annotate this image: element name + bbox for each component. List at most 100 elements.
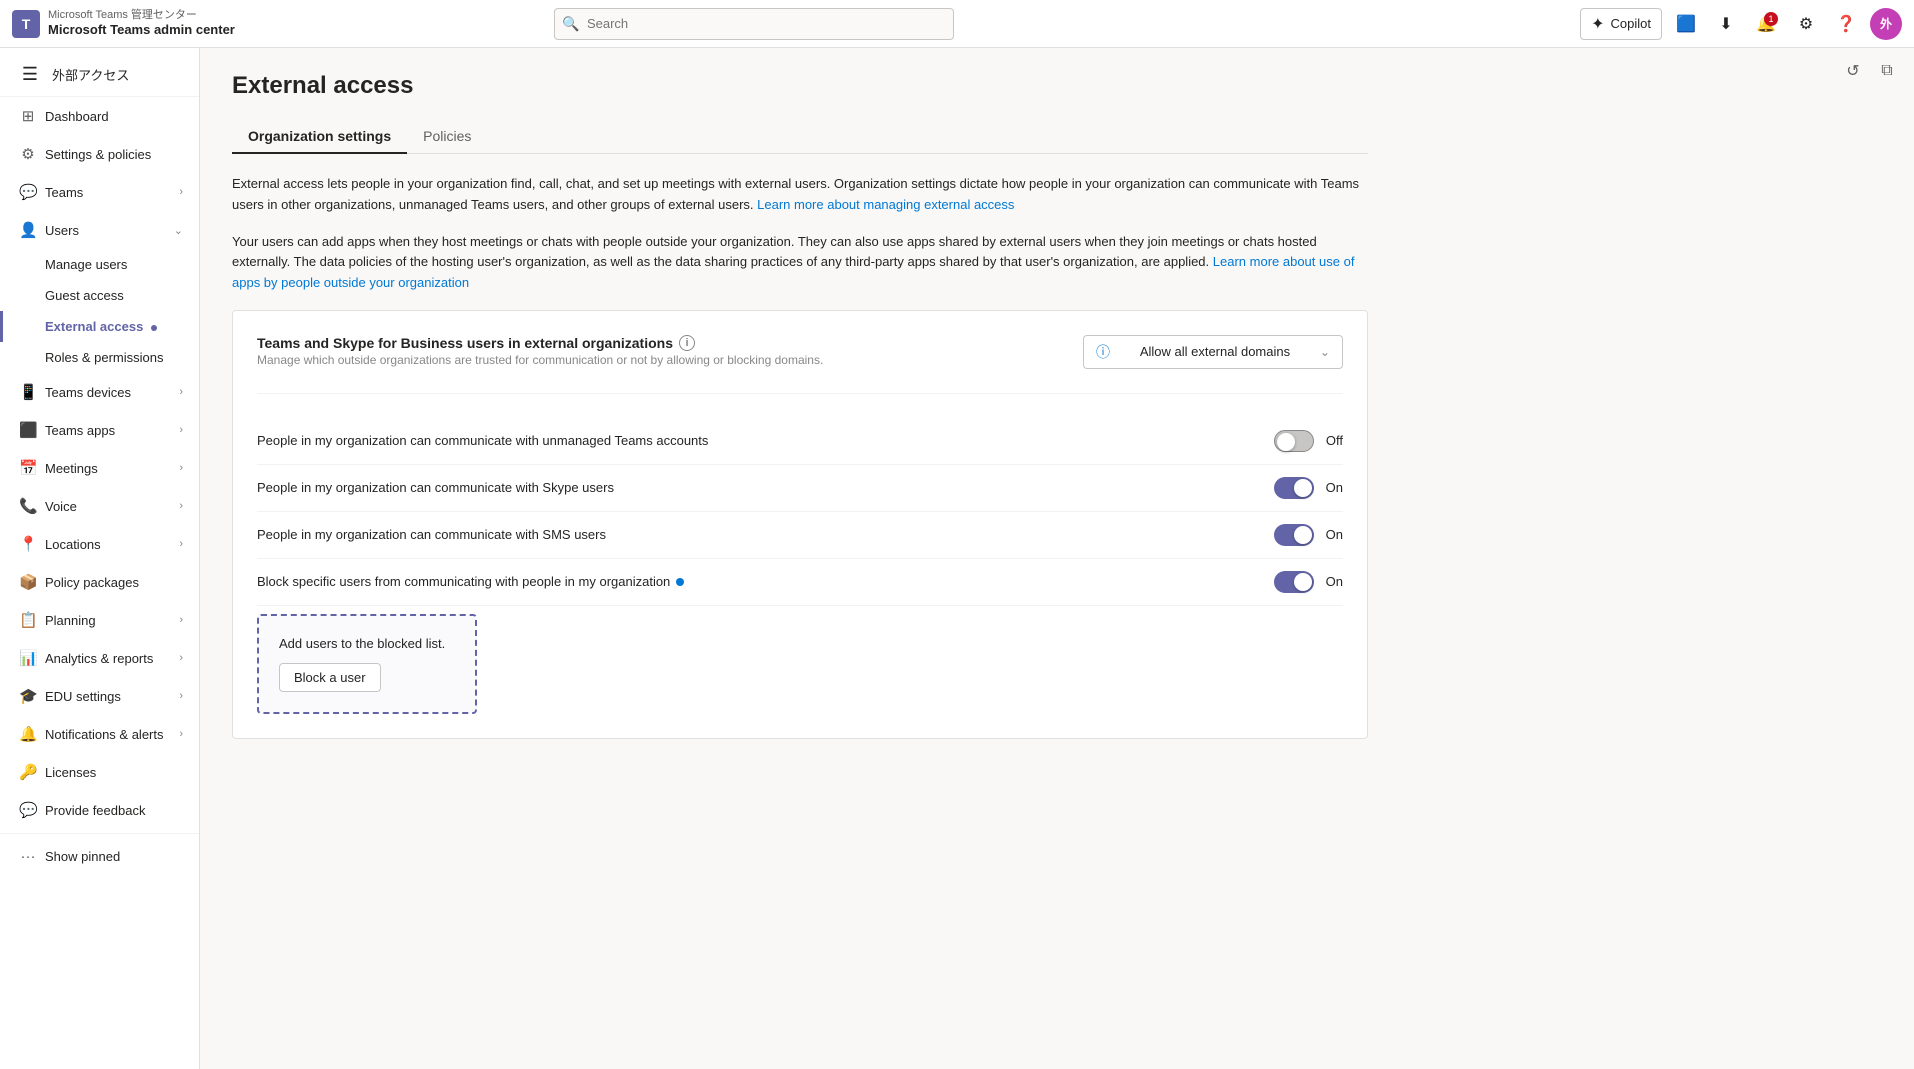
- analytics-icon: 📊: [19, 649, 37, 667]
- chevron-right-icon: ›: [179, 186, 183, 198]
- topbar-actions: ✦ Copilot 🟦 ⬇ 🔔 1 ⚙ ❓ 外: [1580, 8, 1902, 40]
- tab-policies[interactable]: Policies: [407, 120, 487, 154]
- active-dot: [151, 325, 157, 331]
- sidebar-item-users[interactable]: 👤 Users ⌄: [0, 211, 199, 249]
- sidebar-item-feedback[interactable]: 💬 Provide feedback: [0, 791, 199, 829]
- sidebar-item-external-access[interactable]: External access: [0, 311, 199, 342]
- external-domains-dropdown[interactable]: ⓘ Allow all external domains ⌄: [1083, 335, 1343, 369]
- pop-out-button[interactable]: ⧉: [1872, 56, 1902, 86]
- sidebar-item-licenses[interactable]: 🔑 Licenses: [0, 753, 199, 791]
- sidebar-item-locations[interactable]: 📍 Locations ›: [0, 525, 199, 563]
- alerts-icon: 🔔: [19, 725, 37, 743]
- teams-icon-button[interactable]: 🟦: [1670, 8, 1702, 40]
- sidebar-item-label: Teams: [45, 185, 171, 200]
- sidebar-item-policy-packages[interactable]: 📦 Policy packages: [0, 563, 199, 601]
- sidebar-item-label: Planning: [45, 613, 171, 628]
- chevron-right-icon: ›: [179, 386, 183, 398]
- chevron-down-icon: ⌄: [1320, 345, 1330, 359]
- sidebar-sub-label: Roles & permissions: [45, 350, 164, 365]
- download-icon: ⬇: [1719, 14, 1732, 34]
- teams-nav-icon: 🟦: [1676, 14, 1696, 34]
- chevron-right-icon: ›: [179, 690, 183, 702]
- sidebar-item-teams-apps[interactable]: ⬛ Teams apps ›: [0, 411, 199, 449]
- toggle-label: People in my organization can communicat…: [257, 433, 708, 448]
- sidebar-item-notifications[interactable]: 🔔 Notifications & alerts ›: [0, 715, 199, 753]
- toggle-label: People in my organization can communicat…: [257, 527, 606, 542]
- teams-skype-section: Teams and Skype for Business users in ex…: [257, 335, 1343, 394]
- content-inner: External access Organization settings Po…: [200, 48, 1400, 763]
- description-1: External access lets people in your orga…: [232, 174, 1368, 216]
- sidebar-item-label: Locations: [45, 537, 171, 552]
- block-a-user-button[interactable]: Block a user: [279, 663, 381, 692]
- search-area: 🔍: [554, 8, 954, 40]
- avatar[interactable]: 外: [1870, 8, 1902, 40]
- sidebar-item-show-pinned[interactable]: ··· Show pinned: [0, 838, 199, 875]
- sidebar-item-label: Policy packages: [45, 575, 183, 590]
- sidebar-item-label: Analytics & reports: [45, 651, 171, 666]
- toggle-label: Block specific users from communicating …: [257, 574, 684, 589]
- sidebar-item-analytics[interactable]: 📊 Analytics & reports ›: [0, 639, 199, 677]
- notifications-button[interactable]: 🔔 1: [1750, 8, 1782, 40]
- sidebar-item-label: Users: [45, 223, 166, 238]
- sidebar-sub-label: Manage users: [45, 257, 127, 272]
- hamburger-button[interactable]: ☰: [16, 60, 44, 88]
- brand-title: Microsoft Teams admin center: [48, 22, 235, 38]
- settings-card: Teams and Skype for Business users in ex…: [232, 310, 1368, 739]
- brand-text: Microsoft Teams 管理センター Microsoft Teams a…: [48, 9, 235, 38]
- brand-sub: Microsoft Teams 管理センター: [48, 9, 235, 22]
- meetings-icon: 📅: [19, 459, 37, 477]
- sidebar-item-teams-devices[interactable]: 📱 Teams devices ›: [0, 373, 199, 411]
- info-icon[interactable]: i: [679, 335, 695, 351]
- chevron-right-icon: ›: [179, 538, 183, 550]
- toggle-right: On: [1274, 477, 1343, 499]
- blocked-users-box: Add users to the blocked list. Block a u…: [257, 614, 477, 714]
- chevron-right-icon: ›: [179, 728, 183, 740]
- main-layout: ☰ 外部アクセス ⊞ Dashboard ⚙ Settings & polici…: [0, 48, 1914, 1069]
- description-1-link[interactable]: Learn more about managing external acces…: [757, 197, 1014, 212]
- sidebar-item-label: EDU settings: [45, 689, 171, 704]
- toggle-switch-skype[interactable]: [1274, 477, 1314, 499]
- tab-org-settings[interactable]: Organization settings: [232, 120, 407, 154]
- sidebar-item-settings-policies[interactable]: ⚙ Settings & policies: [0, 135, 199, 173]
- copilot-label: Copilot: [1611, 16, 1651, 31]
- policy-icon: 📦: [19, 573, 37, 591]
- toggle-status: On: [1326, 480, 1343, 495]
- chevron-right-icon: ›: [179, 424, 183, 436]
- voice-icon: 📞: [19, 497, 37, 515]
- brand-area: T Microsoft Teams 管理センター Microsoft Teams…: [12, 9, 235, 38]
- content-toolbar: ↺ ⧉: [1838, 56, 1902, 86]
- devices-icon: 📱: [19, 383, 37, 401]
- search-input[interactable]: [554, 8, 954, 40]
- sidebar-item-edu[interactable]: 🎓 EDU settings ›: [0, 677, 199, 715]
- refresh-button[interactable]: ↺: [1838, 56, 1868, 86]
- sidebar-item-voice[interactable]: 📞 Voice ›: [0, 487, 199, 525]
- sidebar-item-guest-access[interactable]: Guest access: [0, 280, 199, 311]
- help-button[interactable]: ❓: [1830, 8, 1862, 40]
- toggle-label: People in my organization can communicat…: [257, 480, 614, 495]
- apps-icon: ⬛: [19, 421, 37, 439]
- sidebar-item-dashboard[interactable]: ⊞ Dashboard: [0, 97, 199, 135]
- toggle-block-users: Block specific users from communicating …: [257, 559, 1343, 606]
- sidebar-item-meetings[interactable]: 📅 Meetings ›: [0, 449, 199, 487]
- licenses-icon: 🔑: [19, 763, 37, 781]
- download-button[interactable]: ⬇: [1710, 8, 1742, 40]
- toggle-switch-sms[interactable]: [1274, 524, 1314, 546]
- settings-icon: ⚙: [19, 145, 37, 163]
- toggle-switch-block[interactable]: [1274, 571, 1314, 593]
- sidebar: ☰ 外部アクセス ⊞ Dashboard ⚙ Settings & polici…: [0, 48, 200, 1069]
- sidebar-item-planning[interactable]: 📋 Planning ›: [0, 601, 199, 639]
- copilot-button[interactable]: ✦ Copilot: [1580, 8, 1662, 40]
- dashboard-icon: ⊞: [19, 107, 37, 125]
- sidebar-item-manage-users[interactable]: Manage users: [0, 249, 199, 280]
- sidebar-item-roles-permissions[interactable]: Roles & permissions: [0, 342, 199, 373]
- section-title: Teams and Skype for Business users in ex…: [257, 335, 823, 351]
- sidebar-item-label: Provide feedback: [45, 803, 183, 818]
- settings-button[interactable]: ⚙: [1790, 8, 1822, 40]
- toggle-switch-unmanaged[interactable]: [1274, 430, 1314, 452]
- sidebar-item-teams[interactable]: 💬 Teams ›: [0, 173, 199, 211]
- sidebar-item-label: Meetings: [45, 461, 171, 476]
- sidebar-item-label: Show pinned: [45, 849, 183, 864]
- description-2: Your users can add apps when they host m…: [232, 232, 1368, 294]
- toggle-right: On: [1274, 571, 1343, 593]
- edu-icon: 🎓: [19, 687, 37, 705]
